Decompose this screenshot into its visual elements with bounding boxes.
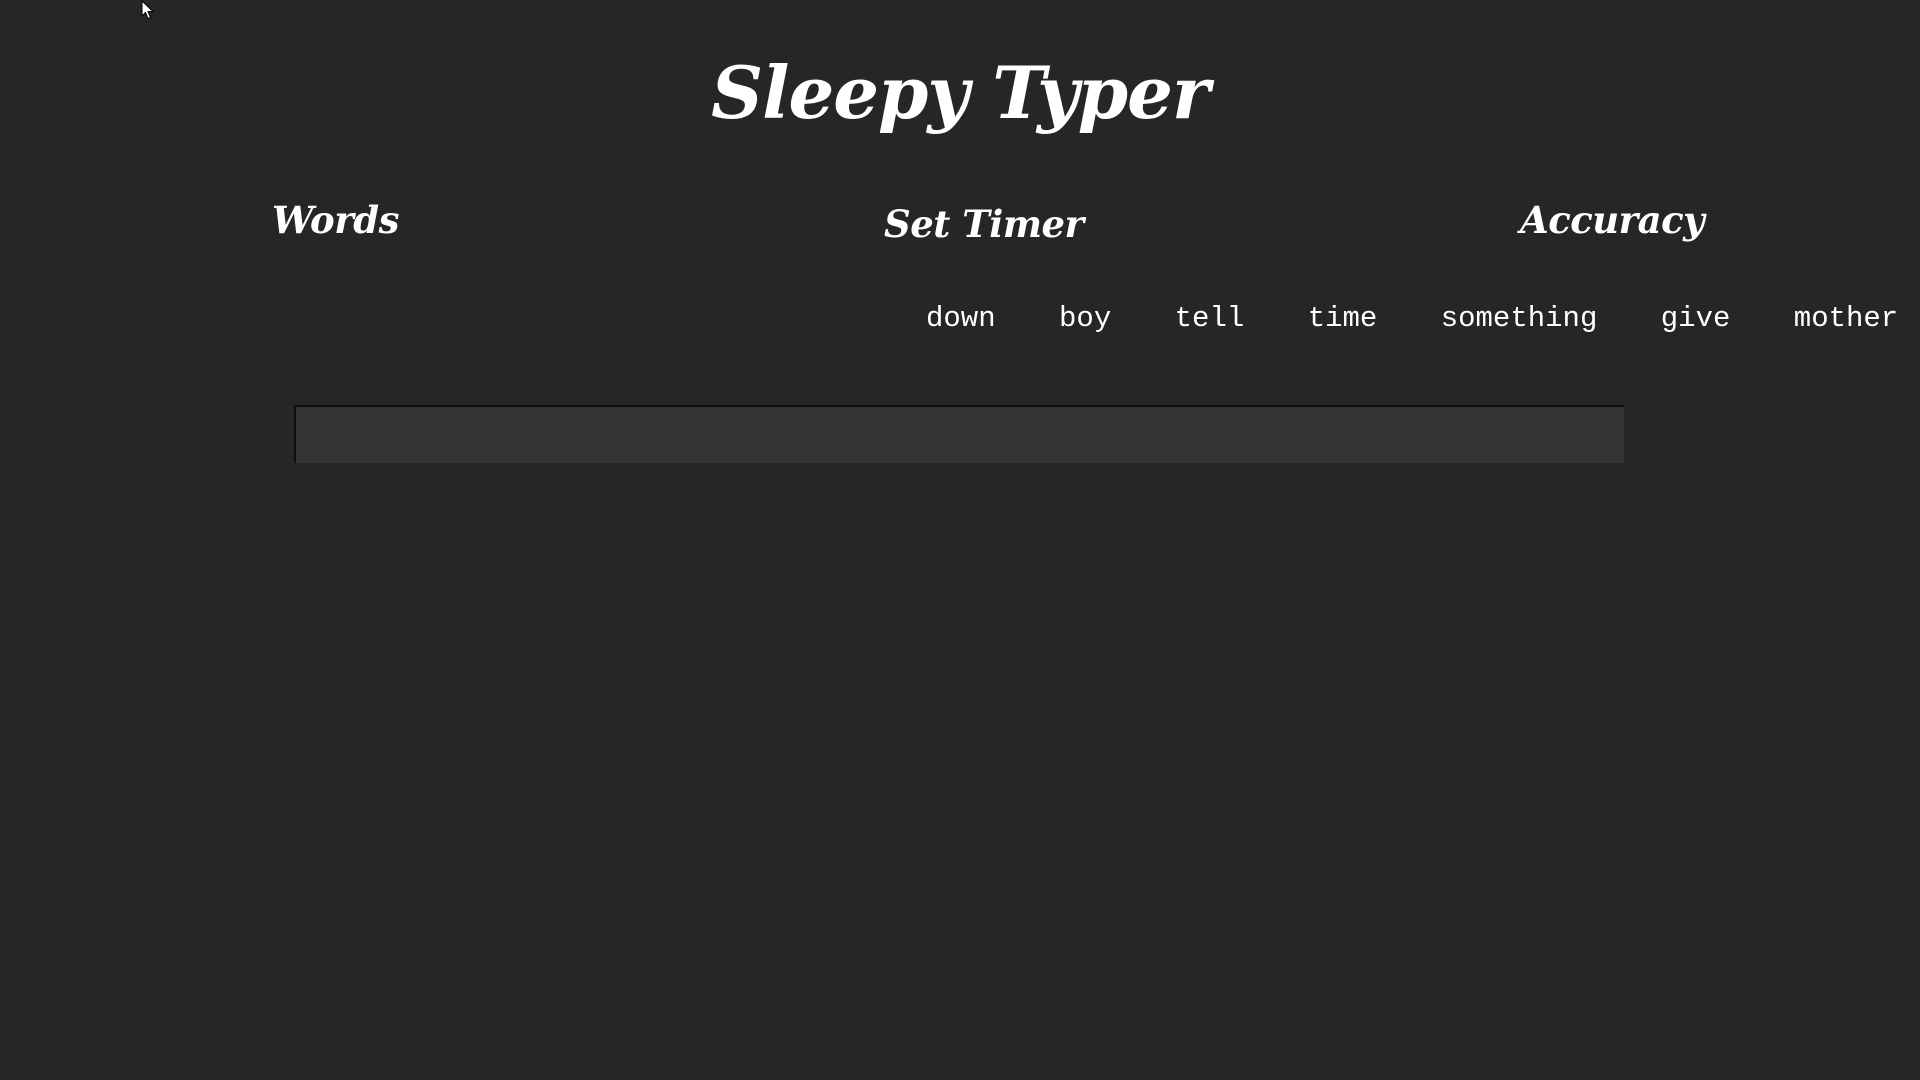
typing-app-page: Sleepy Typer Words Set Timer Accuracy do… [0, 0, 1920, 1080]
word-item: down [926, 302, 996, 335]
word-stream: down boy tell time something give mother… [926, 302, 1920, 346]
word-item: mother [1793, 302, 1899, 335]
word-item: something [1440, 302, 1598, 335]
word-item: give [1660, 302, 1731, 335]
mouse-pointer-icon [141, 0, 155, 20]
word-item: tell [1174, 302, 1245, 335]
word-item: time [1307, 302, 1378, 335]
app-title: Sleepy Typer [711, 50, 1210, 135]
typing-input[interactable] [294, 405, 1624, 463]
word-item: boy [1059, 302, 1112, 335]
words-heading: Words [272, 198, 399, 242]
accuracy-heading: Accuracy [1520, 198, 1705, 242]
set-timer-heading[interactable]: Set Timer [884, 202, 1084, 246]
